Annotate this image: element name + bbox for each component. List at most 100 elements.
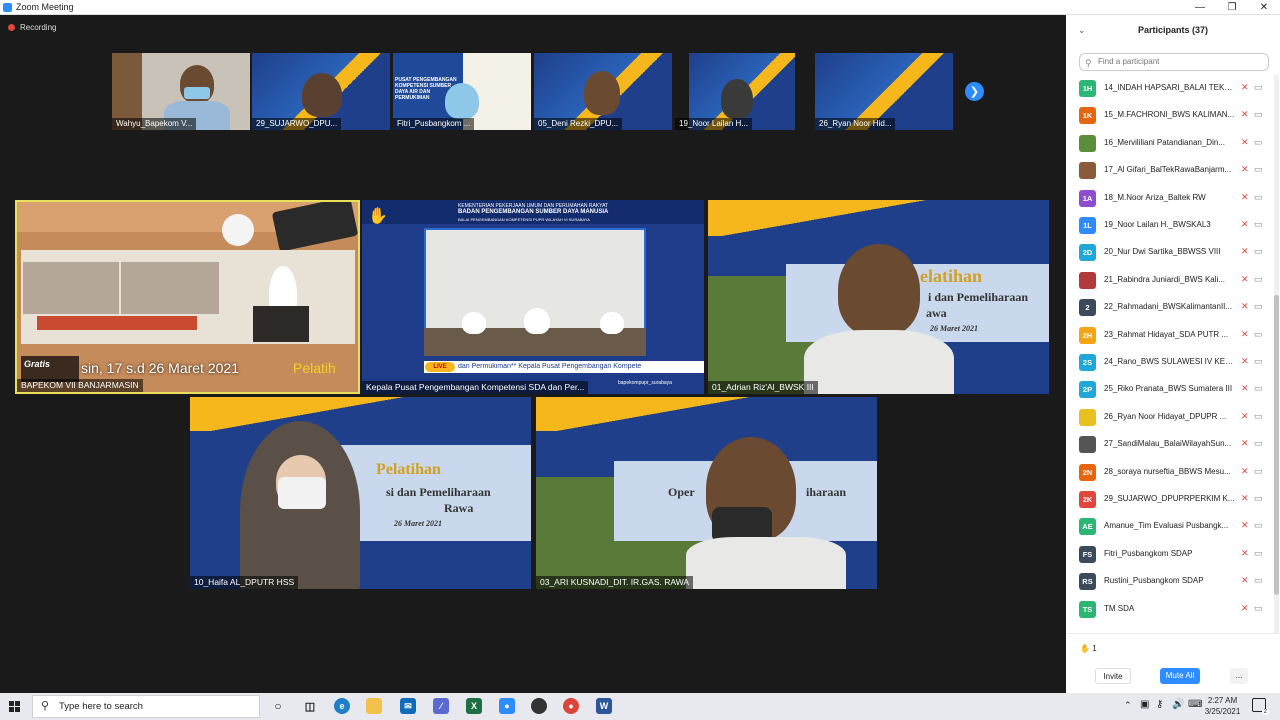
video-thumbnail[interactable]: 05_Deni Rezki_DPU... (534, 53, 672, 130)
muted-mic-icon[interactable]: ✕ (1241, 164, 1249, 175)
participant-row[interactable]: 2 22_Rahmadani_BWSKalimantanII... ✕ ▭ (1066, 294, 1272, 321)
video-tile-active-speaker[interactable]: Gratis sin, 17 s.d 26 Maret 2021 Pelatih… (15, 200, 360, 394)
participant-row[interactable]: 16_Mervililiani Patandianan_Din... ✕ ▭ (1066, 130, 1272, 157)
participant-row[interactable]: 2S 24_Rano_BWS SULAWESI IV KEN... ✕ ▭ (1066, 349, 1272, 376)
video-camera-icon[interactable]: ▭ (1254, 192, 1263, 203)
participant-row[interactable]: 27_SandiMalau_BalaiWilayahSun... ✕ ▭ (1066, 431, 1272, 458)
excel-icon[interactable]: X (466, 698, 482, 714)
video-thumbnail[interactable]: 26_Ryan Noor Hid... (815, 53, 953, 130)
participant-row[interactable]: 1K 15_M.FACHRONI_BWS KALIMAN... ✕ ▭ (1066, 102, 1272, 129)
video-camera-icon[interactable]: ▭ (1254, 548, 1263, 559)
participant-row[interactable]: AE Amanue_Tim Evaluasi Pusbangk... ✕ ▭ (1066, 513, 1272, 540)
muted-mic-icon[interactable]: ✕ (1241, 466, 1249, 477)
next-page-arrow-icon[interactable]: ❯ (965, 82, 984, 101)
invite-button[interactable]: Invite (1095, 668, 1131, 684)
file-explorer-icon[interactable] (366, 698, 382, 714)
video-camera-icon[interactable]: ▭ (1254, 82, 1263, 93)
network-icon[interactable]: ▣ (1140, 699, 1149, 710)
video-thumbnail[interactable]: Wahyu_Bapekom V... (112, 53, 250, 130)
muted-mic-icon[interactable]: ✕ (1241, 575, 1249, 586)
zoom-icon[interactable]: ● (499, 698, 515, 714)
muted-mic-icon[interactable]: ✕ (1241, 548, 1249, 559)
chrome-icon[interactable]: ● (563, 698, 579, 714)
video-tile[interactable]: Pelatihan si dan Pemeliharaan Rawa 26 Ma… (190, 397, 531, 589)
app-round-icon[interactable] (531, 698, 547, 714)
video-thumbnail[interactable]: 29_SUJARWO_DPU... (252, 53, 390, 130)
windows-start-icon[interactable] (9, 701, 20, 712)
video-camera-icon[interactable]: ▭ (1254, 246, 1263, 257)
edge-browser-icon[interactable]: e (334, 698, 350, 714)
muted-mic-icon[interactable]: ✕ (1241, 219, 1249, 230)
muted-mic-icon[interactable]: ✕ (1241, 520, 1249, 531)
video-tile[interactable]: KEMENTERIAN PEKERJAAN UMUM DAN PERUMAHAN… (362, 200, 704, 394)
participant-row[interactable]: 2K 29_SUJARWO_DPUPRPERKIM K... ✕ ▭ (1066, 486, 1272, 513)
mic-tray-icon[interactable]: ⚷ (1156, 699, 1163, 710)
volume-icon[interactable]: 🔊 (1172, 699, 1184, 710)
muted-mic-icon[interactable]: ✕ (1241, 246, 1249, 257)
participant-row[interactable]: 26_Ryan Noor Hidayat_DPUPR ... ✕ ▭ (1066, 404, 1272, 431)
participant-row[interactable]: 2H 23_Rahmat Hidayat_SDA PUTR ... ✕ ▭ (1066, 322, 1272, 349)
muted-mic-icon[interactable]: ✕ (1241, 192, 1249, 203)
muted-mic-icon[interactable]: ✕ (1241, 356, 1249, 367)
video-camera-icon[interactable]: ▭ (1254, 383, 1263, 394)
minimize-button[interactable]: — (1184, 0, 1216, 15)
video-camera-icon[interactable]: ▭ (1254, 219, 1263, 230)
muted-mic-icon[interactable]: ✕ (1241, 109, 1249, 120)
muted-mic-icon[interactable]: ✕ (1241, 411, 1249, 422)
video-camera-icon[interactable]: ▭ (1254, 301, 1263, 312)
scrollbar[interactable] (1274, 75, 1279, 633)
participant-row[interactable]: 2N 28_soraya nurseftia_BBWS Mesu... ✕ ▭ (1066, 459, 1272, 486)
muted-mic-icon[interactable]: ✕ (1241, 301, 1249, 312)
participant-name: 26_Ryan Noor Hidayat_DPUPR ... (1104, 411, 1227, 421)
video-camera-icon[interactable]: ▭ (1254, 137, 1263, 148)
restore-button[interactable]: ❐ (1216, 0, 1248, 15)
search-input[interactable]: ⚲ Find a participant (1079, 53, 1269, 71)
muted-mic-icon[interactable]: ✕ (1241, 383, 1249, 394)
participant-row[interactable]: 1A 18_M.Noor Ariza_Baltek RW ✕ ▭ (1066, 185, 1272, 212)
muted-mic-icon[interactable]: ✕ (1241, 137, 1249, 148)
video-thumbnail[interactable]: 19_Noor Lailan H... (675, 53, 795, 130)
close-button[interactable]: ✕ (1248, 0, 1280, 15)
video-camera-icon[interactable]: ▭ (1254, 520, 1263, 531)
muted-mic-icon[interactable]: ✕ (1241, 438, 1249, 449)
video-camera-icon[interactable]: ▭ (1254, 575, 1263, 586)
mute-all-button[interactable]: Mute All (1160, 668, 1200, 684)
participant-row[interactable]: 21_Rabindra Juniardi_BWS Kali... ✕ ▭ (1066, 267, 1272, 294)
video-camera-icon[interactable]: ▭ (1254, 109, 1263, 120)
more-options-button[interactable]: ... (1230, 668, 1248, 684)
muted-mic-icon[interactable]: ✕ (1241, 329, 1249, 340)
notification-icon[interactable]: 2 (1252, 698, 1269, 715)
participant-row[interactable]: 2D 20_Nur Dwi Sartika_BBWSS VIII ✕ ▭ (1066, 239, 1272, 266)
video-camera-icon[interactable]: ▭ (1254, 274, 1263, 285)
participant-row[interactable]: 2P 25_Riko Pranata_BWS Sumatera III ✕ ▭ (1066, 376, 1272, 403)
taskbar-search-input[interactable]: ⚲ Type here to search (32, 695, 260, 718)
video-camera-icon[interactable]: ▭ (1254, 329, 1263, 340)
word-icon[interactable]: W (596, 698, 612, 714)
system-clock[interactable]: 2:27 AM 3/25/2021 (1200, 695, 1245, 717)
mail-icon[interactable]: ✉ (400, 698, 416, 714)
video-thumbnail[interactable]: PUSAT PENGEMBANGAN KOMPETENSI SUMBER DAY… (393, 53, 531, 130)
video-camera-icon[interactable]: ▭ (1254, 438, 1263, 449)
video-camera-icon[interactable]: ▭ (1254, 356, 1263, 367)
participant-row[interactable]: RS Rustini_Pusbangkom SDAP ✕ ▭ (1066, 568, 1272, 595)
muted-mic-icon[interactable]: ✕ (1241, 82, 1249, 93)
video-camera-icon[interactable]: ▭ (1254, 164, 1263, 175)
video-camera-icon[interactable]: ▭ (1254, 493, 1263, 504)
video-tile[interactable]: Oper iharaan 03_ARI KUSNADI_DIT. IR.GAS.… (536, 397, 877, 589)
participant-row[interactable]: 17_Al Gifari_BalTekRawaBanjarm... ✕ ▭ (1066, 157, 1272, 184)
tray-chevron-icon[interactable]: ⌃ (1124, 700, 1132, 711)
muted-mic-icon[interactable]: ✕ (1241, 274, 1249, 285)
video-camera-icon[interactable]: ▭ (1254, 466, 1263, 477)
app-icon[interactable]: ∕ (433, 698, 449, 714)
task-view-icon[interactable]: ◫ (302, 698, 318, 714)
participant-row[interactable]: TS TM SDA ✕ ▭ (1066, 596, 1272, 623)
muted-mic-icon[interactable]: ✕ (1241, 603, 1249, 614)
video-camera-icon[interactable]: ▭ (1254, 411, 1263, 422)
muted-mic-icon[interactable]: ✕ (1241, 493, 1249, 504)
cortana-icon[interactable]: ○ (270, 698, 286, 714)
participant-row[interactable]: 1H 14_INDAH HAPSARI_BALAI TEKN... ✕ ▭ (1066, 75, 1272, 102)
participant-row[interactable]: FS Fitri_Pusbangkom SDAP ✕ ▭ (1066, 541, 1272, 568)
participant-row[interactable]: 1L 19_Noor Lailan H._BWSKAL3 ✕ ▭ (1066, 212, 1272, 239)
video-tile[interactable]: elatihan i dan Pemeliharaan awa 26 Maret… (708, 200, 1049, 394)
video-camera-icon[interactable]: ▭ (1254, 603, 1263, 614)
